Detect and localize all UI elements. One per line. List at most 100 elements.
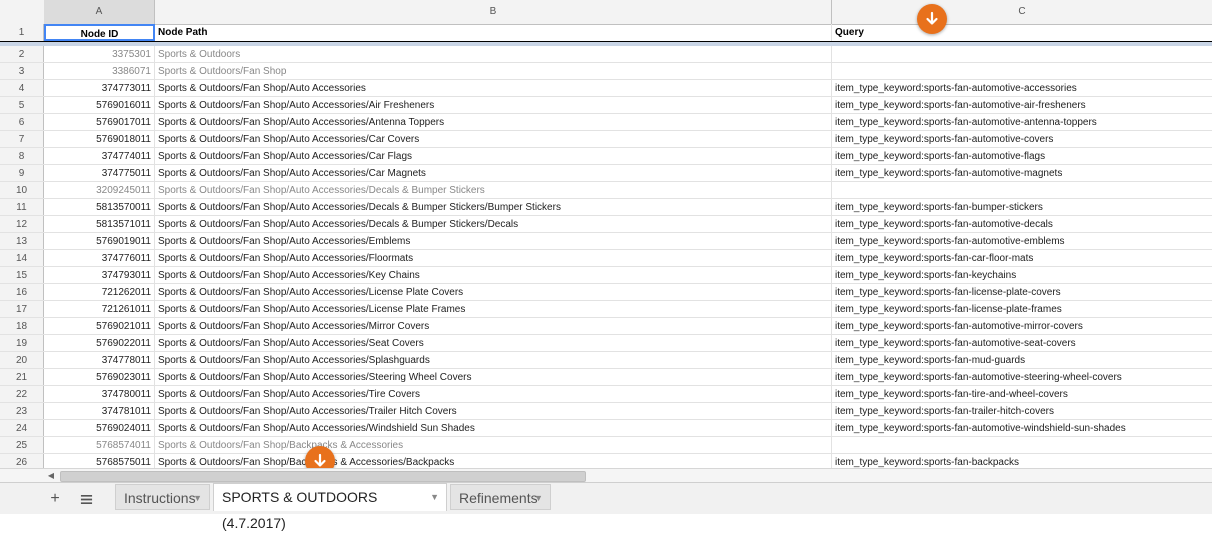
cell-node-id[interactable]: 3375301: [44, 46, 155, 62]
row-number[interactable]: 17: [0, 301, 44, 317]
row-number[interactable]: 7: [0, 131, 44, 147]
cell-node-id[interactable]: 374778011: [44, 352, 155, 368]
cell-node-path[interactable]: Sports & Outdoors/Fan Shop/Auto Accessor…: [155, 335, 832, 351]
row-number[interactable]: 25: [0, 437, 44, 453]
cell-node-path[interactable]: Sports & Outdoors/Fan Shop/Auto Accessor…: [155, 301, 832, 317]
cell-node-id[interactable]: 374773011: [44, 80, 155, 96]
cell-node-id[interactable]: 374780011: [44, 386, 155, 402]
cell-node-id[interactable]: 5769018011: [44, 131, 155, 147]
column-header-c[interactable]: C: [832, 0, 1212, 24]
cell-node-path[interactable]: Sports & Outdoors/Fan Shop/Auto Accessor…: [155, 403, 832, 419]
cell-node-path[interactable]: Sports & Outdoors/Fan Shop/Auto Accessor…: [155, 233, 832, 249]
row-number[interactable]: 6: [0, 114, 44, 130]
row-number[interactable]: 19: [0, 335, 44, 351]
cell-query[interactable]: item_type_keyword:sports-fan-trailer-hit…: [832, 403, 1212, 419]
cell-query[interactable]: [832, 46, 1212, 62]
cell-node-path[interactable]: Sports & Outdoors/Fan Shop/Auto Accessor…: [155, 165, 832, 181]
row-number[interactable]: 15: [0, 267, 44, 283]
cell-query[interactable]: [832, 182, 1212, 198]
row-number[interactable]: 12: [0, 216, 44, 232]
cell-a1[interactable]: Node ID: [44, 24, 155, 41]
row-number[interactable]: 22: [0, 386, 44, 402]
cell-node-id[interactable]: 5769016011: [44, 97, 155, 113]
cell-query[interactable]: item_type_keyword:sports-fan-automotive-…: [832, 148, 1212, 164]
cell-node-id[interactable]: 5769022011: [44, 335, 155, 351]
cell-node-path[interactable]: Sports & Outdoors/Fan Shop/Auto Accessor…: [155, 97, 832, 113]
horizontal-scrollbar[interactable]: ◀: [0, 468, 1212, 483]
cell-node-id[interactable]: 374774011: [44, 148, 155, 164]
cell-b1[interactable]: Node Path: [155, 24, 832, 41]
cell-node-path[interactable]: Sports & Outdoors/Fan Shop/Auto Accessor…: [155, 80, 832, 96]
row-number[interactable]: 8: [0, 148, 44, 164]
cell-node-id[interactable]: 5769024011: [44, 420, 155, 436]
row-number[interactable]: 11: [0, 199, 44, 215]
chevron-down-icon[interactable]: ▼: [193, 485, 202, 511]
cell-query[interactable]: item_type_keyword:sports-fan-automotive-…: [832, 318, 1212, 334]
row-number[interactable]: 26: [0, 454, 44, 468]
row-number[interactable]: 18: [0, 318, 44, 334]
cell-query[interactable]: item_type_keyword:sports-fan-automotive-…: [832, 165, 1212, 181]
cell-node-path[interactable]: Sports & Outdoors/Fan Shop/Backpacks & A…: [155, 454, 832, 468]
cell-node-id[interactable]: 5769023011: [44, 369, 155, 385]
cell-node-path[interactable]: Sports & Outdoors/Fan Shop/Auto Accessor…: [155, 386, 832, 402]
cell-node-path[interactable]: Sports & Outdoors/Fan Shop/Backpacks & A…: [155, 437, 832, 453]
cell-query[interactable]: item_type_keyword:sports-fan-license-pla…: [832, 284, 1212, 300]
scroll-down-fab[interactable]: [917, 4, 947, 34]
cell-query[interactable]: item_type_keyword:sports-fan-automotive-…: [832, 335, 1212, 351]
cell-query[interactable]: item_type_keyword:sports-fan-automotive-…: [832, 97, 1212, 113]
cell-c1[interactable]: Query: [832, 24, 1212, 41]
cell-query[interactable]: item_type_keyword:sports-fan-license-pla…: [832, 301, 1212, 317]
cell-node-id[interactable]: 5769019011: [44, 233, 155, 249]
row-number[interactable]: 2: [0, 46, 44, 62]
cell-node-id[interactable]: 5813571011: [44, 216, 155, 232]
row-number[interactable]: 3: [0, 63, 44, 79]
cell-node-path[interactable]: Sports & Outdoors/Fan Shop/Auto Accessor…: [155, 199, 832, 215]
row-number[interactable]: 16: [0, 284, 44, 300]
column-header-a[interactable]: A: [44, 0, 155, 24]
cell-node-path[interactable]: Sports & Outdoors/Fan Shop/Auto Accessor…: [155, 250, 832, 266]
frozen-row-divider[interactable]: [0, 42, 1212, 46]
cell-node-id[interactable]: 3386071: [44, 63, 155, 79]
row-number[interactable]: 23: [0, 403, 44, 419]
cell-node-path[interactable]: Sports & Outdoors/Fan Shop/Auto Accessor…: [155, 420, 832, 436]
cell-node-path[interactable]: Sports & Outdoors/Fan Shop/Auto Accessor…: [155, 352, 832, 368]
cell-node-id[interactable]: 721261011: [44, 301, 155, 317]
row-number[interactable]: 24: [0, 420, 44, 436]
cell-query[interactable]: item_type_keyword:sports-fan-automotive-…: [832, 80, 1212, 96]
cell-node-id[interactable]: 374776011: [44, 250, 155, 266]
cell-query[interactable]: item_type_keyword:sports-fan-automotive-…: [832, 233, 1212, 249]
cell-query[interactable]: [832, 63, 1212, 79]
row-number[interactable]: 5: [0, 97, 44, 113]
cell-query[interactable]: item_type_keyword:sports-fan-tire-and-wh…: [832, 386, 1212, 402]
scrollbar-thumb[interactable]: [60, 471, 586, 482]
cell-query[interactable]: item_type_keyword:sports-fan-automotive-…: [832, 114, 1212, 130]
menu-icon[interactable]: [76, 489, 96, 509]
cell-node-id[interactable]: 721262011: [44, 284, 155, 300]
cell-query[interactable]: item_type_keyword:sports-fan-automotive-…: [832, 216, 1212, 232]
row-number[interactable]: 9: [0, 165, 44, 181]
cell-node-id[interactable]: 3209245011: [44, 182, 155, 198]
plus-icon[interactable]: +: [45, 489, 65, 509]
cell-node-path[interactable]: Sports & Outdoors/Fan Shop/Auto Accessor…: [155, 284, 832, 300]
row-number[interactable]: 13: [0, 233, 44, 249]
cell-node-id[interactable]: 5769021011: [44, 318, 155, 334]
cell-node-id[interactable]: 374775011: [44, 165, 155, 181]
scroll-left-icon[interactable]: ◀: [44, 469, 58, 483]
cell-query[interactable]: item_type_keyword:sports-fan-automotive-…: [832, 369, 1212, 385]
row-number[interactable]: 4: [0, 80, 44, 96]
cell-node-id[interactable]: 374781011: [44, 403, 155, 419]
chevron-down-icon[interactable]: ▼: [430, 484, 439, 510]
cell-query[interactable]: item_type_keyword:sports-fan-automotive-…: [832, 131, 1212, 147]
tab-refinements[interactable]: Refinements ▼: [450, 484, 551, 510]
row-number[interactable]: 1: [0, 24, 44, 41]
tab-instructions[interactable]: Instructions ▼: [115, 484, 210, 510]
tab-sports-outdoors[interactable]: SPORTS & OUTDOORS (4.7.2017) ▼: [213, 483, 447, 531]
cell-node-path[interactable]: Sports & Outdoors/Fan Shop/Auto Accessor…: [155, 318, 832, 334]
cell-node-id[interactable]: 5768575011: [44, 454, 155, 468]
cell-node-path[interactable]: Sports & Outdoors/Fan Shop/Auto Accessor…: [155, 216, 832, 232]
cell-query[interactable]: item_type_keyword:sports-fan-backpacks: [832, 454, 1212, 468]
cell-query[interactable]: item_type_keyword:sports-fan-mud-guards: [832, 352, 1212, 368]
cell-node-path[interactable]: Sports & Outdoors/Fan Shop/Auto Accessor…: [155, 148, 832, 164]
cell-node-id[interactable]: 374793011: [44, 267, 155, 283]
row-number[interactable]: 21: [0, 369, 44, 385]
